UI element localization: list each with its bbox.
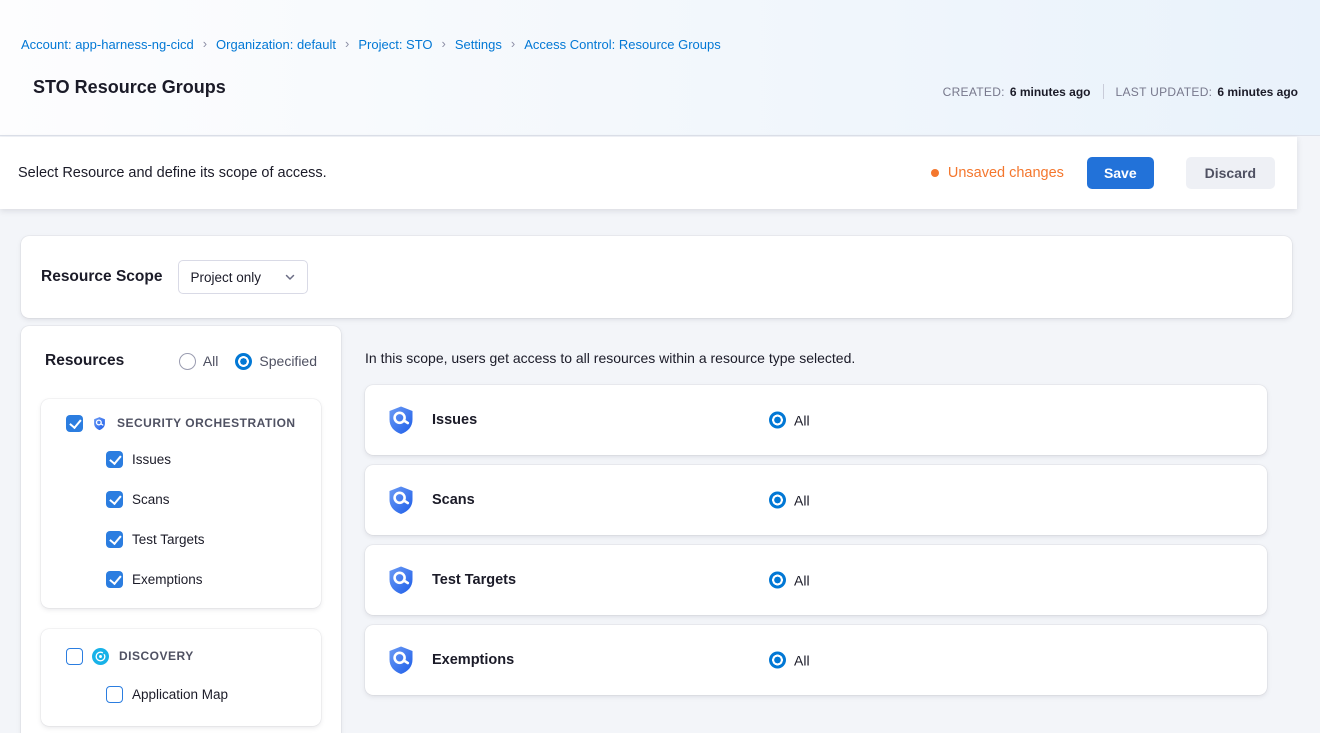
breadcrumb-organization[interactable]: Organization: default [216,37,336,52]
last-updated-value: 6 minutes ago [1217,85,1298,99]
access-radio-all[interactable]: All [769,652,810,669]
shield-search-icon [385,404,417,436]
access-label: All [794,572,810,588]
item-label: Issues [132,452,171,467]
row-label: Test Targets [432,572,516,588]
radio-icon[interactable] [769,572,786,589]
breadcrumb-account[interactable]: Account: app-harness-ng-cicd [21,37,194,52]
chevron-down-icon [284,271,296,283]
group-label: DISCOVERY [119,649,194,663]
page-title: STO Resource Groups [33,77,226,98]
checkbox-security-orchestration[interactable] [66,415,83,432]
chevron-right-icon: › [442,36,446,51]
group-label: SECURITY ORCHESTRATION [117,416,296,430]
created-value: 6 minutes ago [1010,85,1091,99]
checkbox-issues[interactable] [106,451,123,468]
unsaved-dot-icon [931,169,939,177]
page-header: Account: app-harness-ng-cicd › Organizat… [0,0,1320,136]
resource-row-scans: Scans All [365,465,1267,535]
resource-group-security-orchestration: SECURITY ORCHESTRATION Issues Scans Test… [41,399,321,608]
item-label: Test Targets [132,532,205,547]
toolbar-description: Select Resource and define its scope of … [18,165,327,181]
resource-scope-select[interactable]: Project only [178,260,308,294]
access-label: All [794,652,810,668]
resource-group-discovery: DISCOVERY Application Map [41,629,321,726]
resource-item-application-map: Application Map [41,673,321,715]
access-radio-all[interactable]: All [769,412,810,429]
row-label: Issues [432,412,477,428]
toolbar-actions: Unsaved changes Save Discard [931,157,1275,189]
unsaved-changes-indicator: Unsaved changes [931,165,1064,181]
discard-button[interactable]: Discard [1186,157,1275,189]
action-toolbar: Select Resource and define its scope of … [0,137,1297,209]
resource-item-issues: Issues [41,439,321,479]
resources-sidebar: Resources All Specified SECURITY ORCHEST… [21,326,341,733]
access-radio-all[interactable]: All [769,572,810,589]
radio-icon[interactable] [179,353,196,370]
access-radio-all[interactable]: All [769,492,810,509]
last-updated-label: LAST UPDATED: [1116,85,1213,99]
radio-icon[interactable] [769,412,786,429]
checkbox-discovery[interactable] [66,648,83,665]
resource-scope-selected-value: Project only [190,270,261,285]
row-label: Exemptions [432,652,514,668]
access-label: All [794,492,810,508]
shield-search-icon [385,564,417,596]
resource-row-issues: Issues All [365,385,1267,455]
access-label: All [794,412,810,428]
chevron-right-icon: › [203,36,207,51]
chevron-right-icon: › [345,36,349,51]
item-label: Application Map [132,687,228,702]
resources-mode-radio-group: All Specified [179,353,317,370]
radio-option-all[interactable]: All [179,353,219,370]
radio-option-specified-label: Specified [259,353,317,369]
item-label: Exemptions [132,572,203,587]
breadcrumb-resource-groups[interactable]: Access Control: Resource Groups [524,37,721,52]
resource-item-scans: Scans [41,479,321,519]
checkbox-application-map[interactable] [106,686,123,703]
scope-description: In this scope, users get access to all r… [365,350,855,366]
radio-icon[interactable] [235,353,252,370]
resource-item-exemptions: Exemptions [41,559,321,599]
shield-search-icon [92,416,107,431]
breadcrumb-project[interactable]: Project: STO [358,37,432,52]
radio-icon[interactable] [769,652,786,669]
shield-search-icon [385,644,417,676]
discovery-icon [92,648,109,665]
meta-divider [1103,84,1104,99]
resource-row-exemptions: Exemptions All [365,625,1267,695]
radio-option-all-label: All [203,353,219,369]
chevron-right-icon: › [511,36,515,51]
resource-scope-title: Resource Scope [41,268,162,286]
row-label: Scans [432,492,475,508]
resources-title: Resources [45,352,124,370]
resource-scope-card: Resource Scope Project only [21,236,1292,318]
radio-option-specified[interactable]: Specified [235,353,317,370]
checkbox-test-targets[interactable] [106,531,123,548]
resource-row-test-targets: Test Targets All [365,545,1267,615]
item-label: Scans [132,492,170,507]
unsaved-changes-label: Unsaved changes [948,165,1064,181]
save-button[interactable]: Save [1087,157,1154,189]
radio-icon[interactable] [769,492,786,509]
header-meta: CREATED: 6 minutes ago LAST UPDATED: 6 m… [943,84,1298,99]
breadcrumb: Account: app-harness-ng-cicd › Organizat… [21,37,721,52]
breadcrumb-settings[interactable]: Settings [455,37,502,52]
resource-item-test-targets: Test Targets [41,519,321,559]
checkbox-exemptions[interactable] [106,571,123,588]
shield-search-icon [385,484,417,516]
checkbox-scans[interactable] [106,491,123,508]
created-label: CREATED: [943,85,1005,99]
